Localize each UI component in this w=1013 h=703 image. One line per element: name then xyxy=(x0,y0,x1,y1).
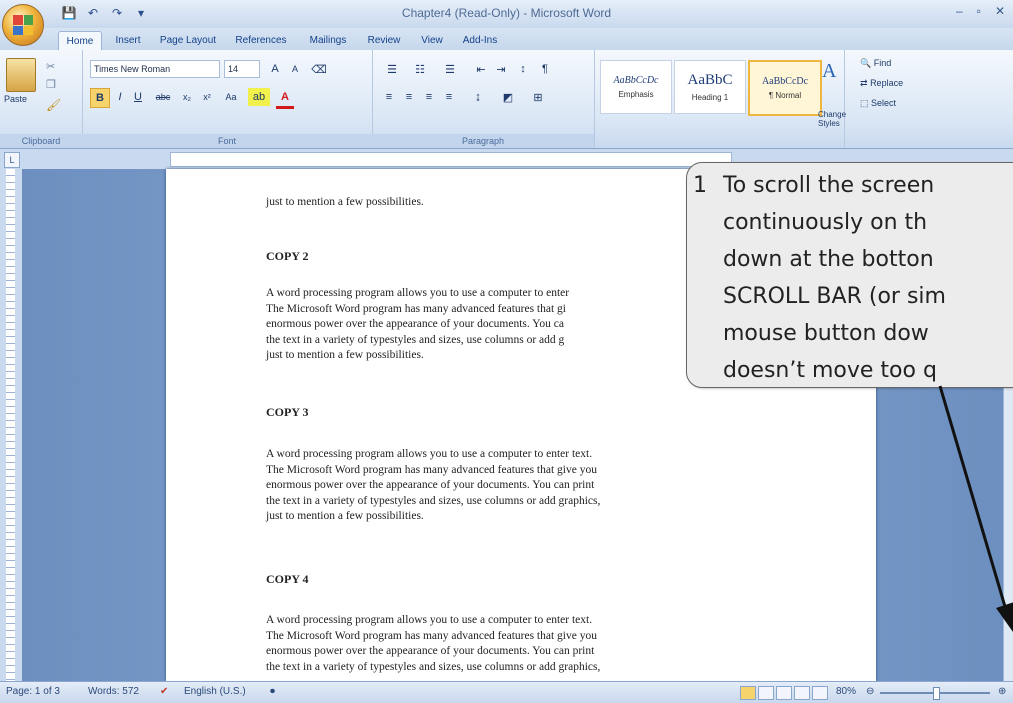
office-button[interactable] xyxy=(2,4,44,46)
callout-arrow-line xyxy=(938,385,1008,611)
callout-arrow-head xyxy=(996,602,1013,632)
callout-arrow xyxy=(938,385,1013,632)
office-logo-icon xyxy=(13,15,33,35)
